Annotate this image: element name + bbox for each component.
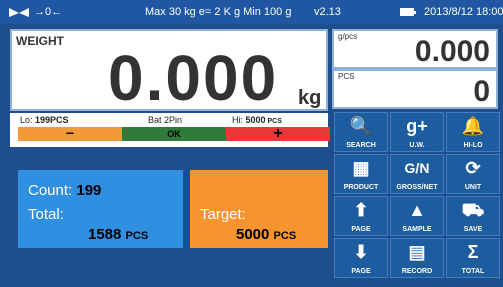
unit-weight-value: 0.000: [414, 35, 490, 68]
hi-value: 5000: [245, 115, 266, 125]
unit-weight-display: g/pcs 0.000: [332, 29, 498, 69]
unit-weight-label: g/pcs: [338, 32, 358, 41]
zero-arrows: →0←: [34, 6, 63, 18]
target-panel: Target: 5000 PCS: [190, 170, 328, 248]
search-icon: 🔍: [349, 116, 373, 136]
total-unit: PCS: [125, 230, 149, 242]
total-button-label: TOTAL: [461, 268, 485, 275]
gn-icon: G/N: [404, 160, 430, 176]
arrow-up-icon: ⬆: [353, 200, 369, 220]
datetime: 2013/8/12 18:00: [424, 6, 503, 18]
arrow-down-icon: ⬇: [353, 242, 369, 262]
target-label: Target:: [200, 206, 246, 223]
bell-icon: 🔔: [461, 116, 485, 136]
page-down-label: PAGE: [351, 268, 371, 275]
record-button[interactable]: ▤ RECORD: [390, 238, 444, 278]
pcs-value: 0: [473, 75, 490, 108]
hi-lo-button[interactable]: 🔔 HI-LO: [446, 112, 500, 152]
target-value: 5000: [236, 226, 270, 243]
save-icon: ⛟: [461, 200, 485, 220]
hi-lo-label: HI-LO: [463, 142, 483, 149]
hi-limit-label: Hi: 5000 PCS: [232, 115, 282, 125]
weight-label: WEIGHT: [16, 34, 64, 48]
ok-indicator: OK: [122, 127, 226, 141]
gross-net-button[interactable]: G/N GROSS/NET: [390, 154, 444, 194]
total-value: 1588: [88, 226, 122, 243]
unit-button[interactable]: ⟳ UNIT: [446, 154, 500, 194]
unit-label: UNIT: [464, 184, 482, 191]
sample-button[interactable]: ▲ SAMPLE: [390, 196, 444, 236]
hi-indicator: +: [226, 126, 330, 142]
scale-specs: Max 30 kg e= 2 K g Min 100 g: [145, 6, 292, 18]
page-up-label: PAGE: [351, 226, 371, 233]
pcs-display: PCS 0: [332, 69, 498, 109]
battery-icon: [400, 8, 416, 16]
weight-unit: kg: [298, 87, 322, 109]
hi-prefix: Hi:: [232, 115, 246, 125]
g-plus-icon: g+: [406, 116, 428, 136]
count-value: 199: [76, 182, 102, 199]
total-button[interactable]: Σ TOTAL: [446, 238, 500, 278]
count-label: Count:: [28, 182, 73, 199]
boxes-icon: ▦: [352, 158, 370, 178]
sample-label: SAMPLE: [402, 226, 432, 233]
total-label: Total:: [28, 206, 64, 223]
pcs-label: PCS: [338, 72, 355, 81]
lo-indicator: −: [18, 126, 122, 141]
version: v2.13: [314, 6, 341, 18]
product-label: PRODUCT: [343, 184, 379, 191]
bat-label: Bat 2Pin: [148, 115, 183, 125]
hi-unit: PCS: [265, 118, 282, 125]
notebook-icon: ▤: [408, 242, 426, 262]
target-unit: PCS: [273, 230, 297, 242]
page-down-button[interactable]: ⬇ PAGE: [334, 238, 388, 278]
search-label: SEARCH: [346, 142, 376, 149]
gross-net-label: GROSS/NET: [396, 184, 438, 191]
unit-weight-label: U.W.: [409, 142, 425, 149]
page-up-button[interactable]: ⬆ PAGE: [334, 196, 388, 236]
lo-limit-label: Lo: 199PCS: [20, 115, 69, 125]
unit-weight-button[interactable]: g+ U.W.: [390, 112, 444, 152]
refresh-icon: ⟳: [465, 158, 481, 178]
product-button[interactable]: ▦ PRODUCT: [334, 154, 388, 194]
weight-value: 0.000: [108, 42, 279, 114]
record-label: RECORD: [401, 268, 433, 275]
limits-bar: Lo: 199PCS Bat 2Pin Hi: 5000 PCS − OK +: [10, 113, 330, 147]
lo-prefix: Lo:: [20, 115, 36, 125]
save-label: SAVE: [463, 226, 483, 233]
sigma-icon: Σ: [467, 242, 479, 262]
count-panel: Count: 199 Total: 1588 PCS: [18, 170, 183, 248]
lo-value: 199PCS: [35, 115, 69, 125]
function-grid: 🔍 SEARCH g+ U.W. 🔔 HI-LO ▦ PRODUCT G/N G…: [332, 110, 502, 282]
status-bar: →0← Max 30 kg e= 2 K g Min 100 g v2.13 2…: [0, 0, 503, 24]
pyramid-icon: ▲: [408, 200, 426, 220]
search-button[interactable]: 🔍 SEARCH: [334, 112, 388, 152]
weight-display: WEIGHT 0.000 kg: [10, 29, 328, 114]
save-button[interactable]: ⛟ SAVE: [446, 196, 500, 236]
